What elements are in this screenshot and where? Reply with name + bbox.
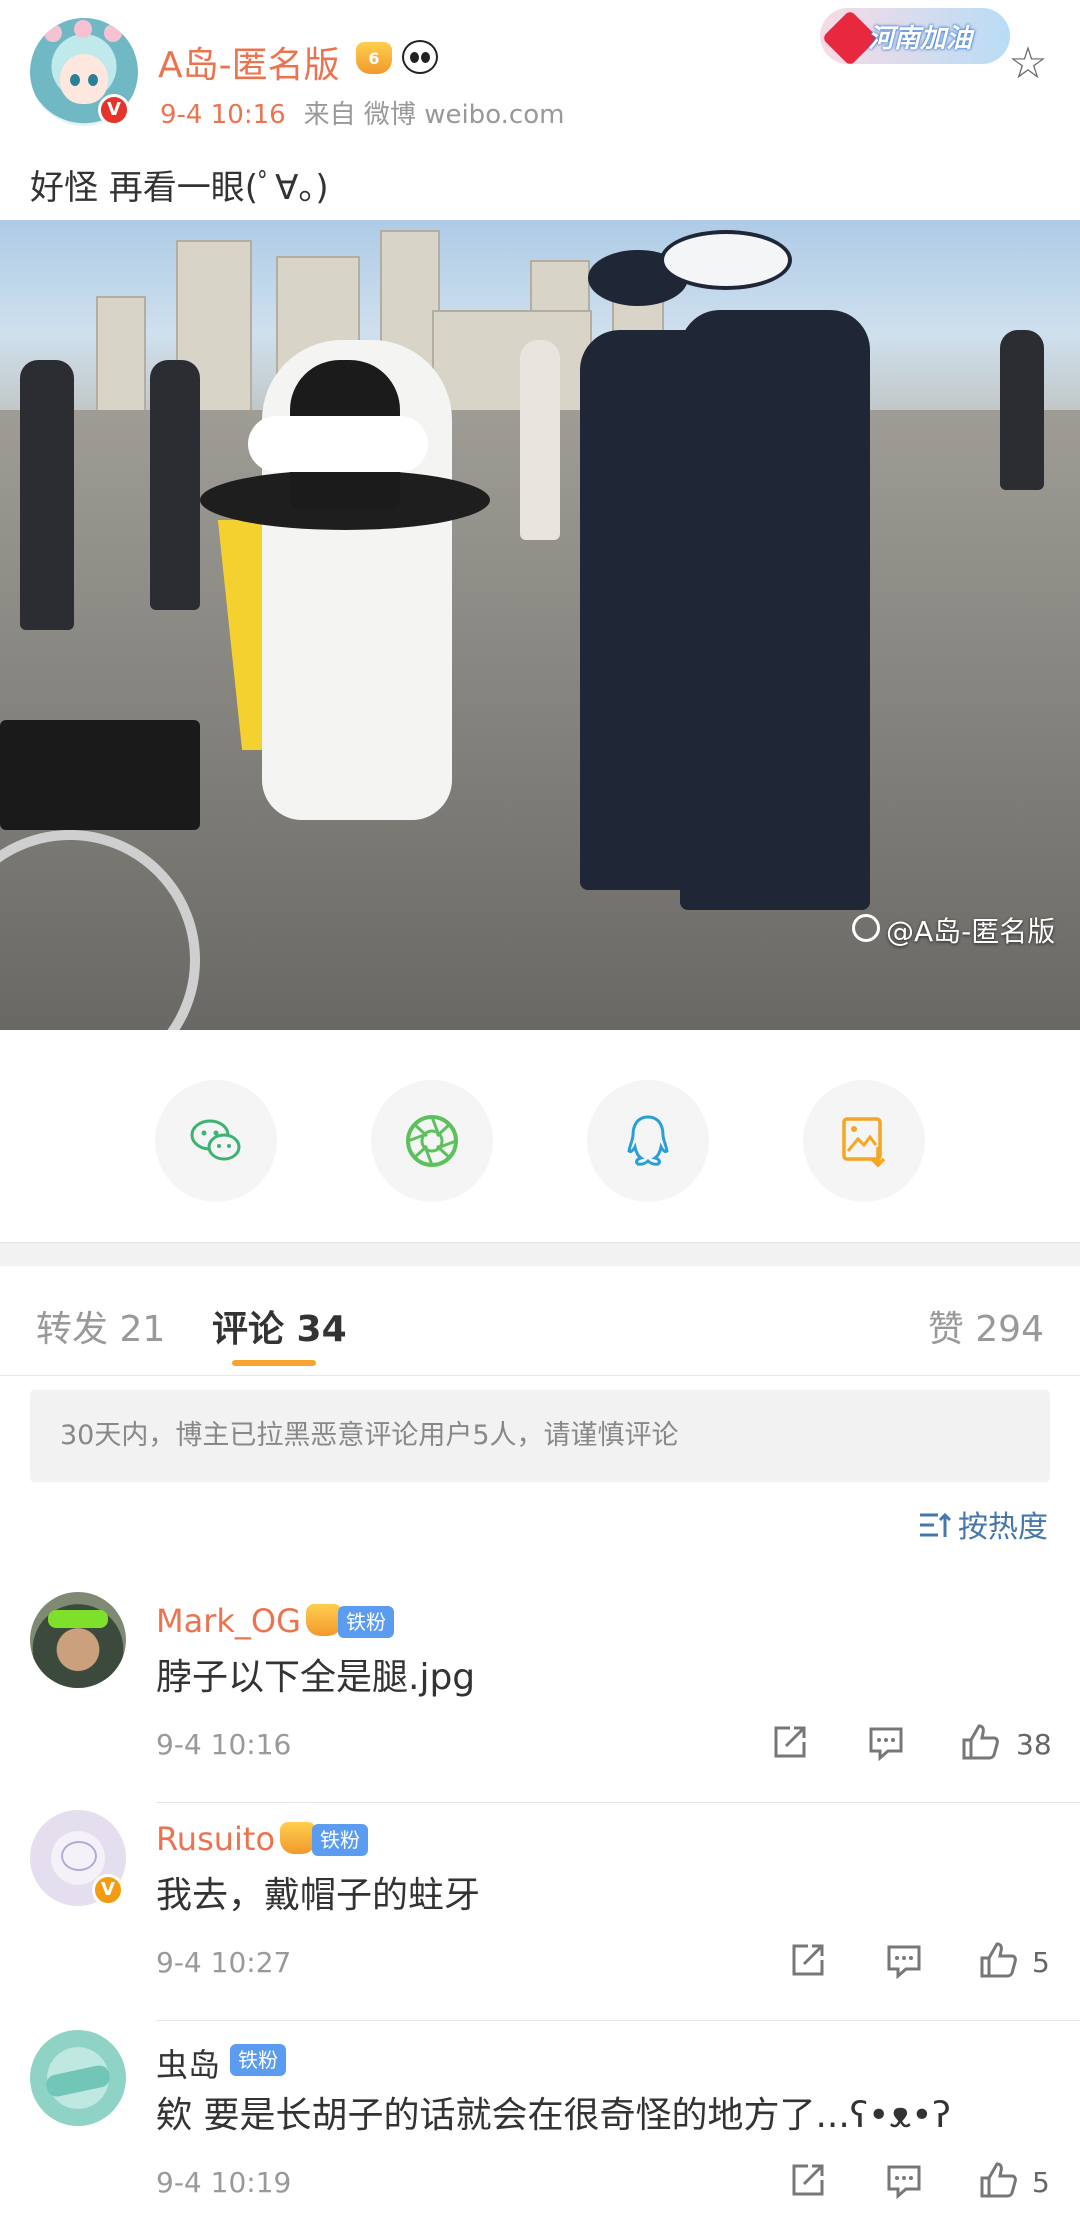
costume-bow [248,416,428,472]
save-image-icon [842,1117,886,1168]
post-text: 好怪 再看一眼(ﾟ∀。) [30,168,329,208]
tab-comments[interactable]: 评论 34 [212,1300,347,1352]
post-source: 来自 微博 weibo.com [303,100,565,130]
comment-notice: 30天内，博主已拉黑恶意评论用户5人，请谨慎评论 [30,1390,1050,1482]
commenter-avatar[interactable] [30,1592,126,1688]
iron-fan-badge: 铁粉 [230,2044,286,2076]
crown-badge-icon [306,1604,342,1636]
reply-icon[interactable] [884,2160,924,2200]
crown-badge-icon [280,1822,316,1854]
like-icon[interactable] [978,1940,1018,1980]
sort-button[interactable]: 按热度 [918,1502,1048,1546]
like-count: 5 [1032,1946,1050,1979]
share-wechat-button[interactable] [155,1080,277,1202]
avatar-headband [48,1610,108,1628]
like-icon[interactable] [978,2160,1018,2200]
post-meta: 9-4 10:16 来自 微博 weibo.com [160,94,564,131]
avatar-flower [104,24,122,42]
author-name[interactable]: A岛-匿名版 [158,36,340,88]
sort-label: 按热度 [958,1510,1048,1545]
tab-likes[interactable]: 赞 294 [928,1300,1044,1352]
weibo-watermark-icon [852,914,880,942]
comment-item: V Rusuito 铁粉 我去，戴帽子的蛀牙 9-4 10:27 5 [0,1810,1080,2030]
share-qq-button[interactable] [587,1080,709,1202]
commenter-name[interactable]: Rusuito [156,1820,275,1858]
avatar-doodle [44,2063,112,2099]
background-building [432,310,592,420]
comment-time: 9-4 10:19 [156,2166,292,2199]
avatar-face [60,54,108,104]
panda-icon [402,40,438,74]
bystander [1000,330,1044,490]
qq-icon [627,1115,669,1166]
comment-text: 欸 要是长胡子的话就会在很奇怪的地方了...ʕ•ᴥ•ʔ [156,2095,951,2136]
wechat-icon [190,1119,241,1161]
comment-text: 我去，戴帽子的蛀牙 [156,1875,481,1916]
promo-banner-text: 河南加油 [868,24,973,54]
bystander [520,340,560,540]
iron-fan-badge: 铁粉 [312,1824,368,1856]
share-row [0,1080,1080,1204]
avatar-flower [74,20,92,38]
avatar-eye [70,74,80,86]
share-moments-button[interactable] [371,1080,493,1202]
comment-item: Mark_OG 铁粉 脖子以下全是腿.jpg 9-4 10:16 38 [0,1592,1080,1812]
commenter-name[interactable]: 虫岛 [156,2040,220,2086]
like-icon[interactable] [960,1722,1000,1762]
favorite-star-icon[interactable]: ☆ [1004,40,1052,88]
iron-fan-badge: 铁粉 [338,1606,394,1638]
active-tab-indicator [232,1360,316,1366]
verified-icon: V [98,94,130,126]
promo-banner[interactable]: 河南加油 [820,8,1010,67]
repost-icon[interactable] [788,1940,828,1980]
bystander [20,360,74,630]
verified-icon: V [92,1874,124,1906]
avatar-eye [88,74,98,86]
commenter-avatar[interactable] [30,2030,126,2126]
moments-icon [406,1115,458,1167]
commenter-name[interactable]: Mark_OG [156,1602,301,1640]
save-image-button[interactable] [803,1080,925,1202]
reply-icon[interactable] [866,1722,906,1762]
comment-time: 9-4 10:27 [156,1946,292,1979]
repost-icon[interactable] [770,1722,810,1762]
avatar-flower [44,24,62,42]
post-header: V A岛-匿名版 6 9-4 10:16 来自 微博 weibo.com 河南加油… [0,0,1080,150]
comment-item: 虫岛 铁粉 欸 要是长胡子的话就会在很奇怪的地方了...ʕ•ᴥ•ʔ 9-4 10… [0,2030,1080,2218]
avatar-doodle [61,1841,97,1871]
police-officer [680,310,870,910]
sort-icon [920,1512,952,1537]
post-time: 9-4 10:16 [160,100,286,130]
like-count: 38 [1016,1728,1052,1761]
comment-text: 脖子以下全是腿.jpg [156,1657,476,1698]
police-cap [660,230,792,290]
crown-badge-icon: 6 [356,42,392,74]
reply-icon[interactable] [884,1940,924,1980]
photo-watermark: @A岛-匿名版 [886,915,1056,948]
bicycle-basket [0,720,200,830]
like-count: 5 [1032,2166,1050,2199]
bystander [150,360,200,610]
section-separator [0,1242,1080,1266]
background-building [96,296,146,416]
tab-repost[interactable]: 转发 21 [36,1300,165,1352]
repost-icon[interactable] [788,2160,828,2200]
comment-time: 9-4 10:16 [156,1728,292,1761]
tabs-divider [0,1375,1080,1376]
comment-divider [156,1802,1080,1803]
post-photo[interactable]: @A岛-匿名版 [0,220,1080,1030]
comment-divider [156,2020,1080,2021]
